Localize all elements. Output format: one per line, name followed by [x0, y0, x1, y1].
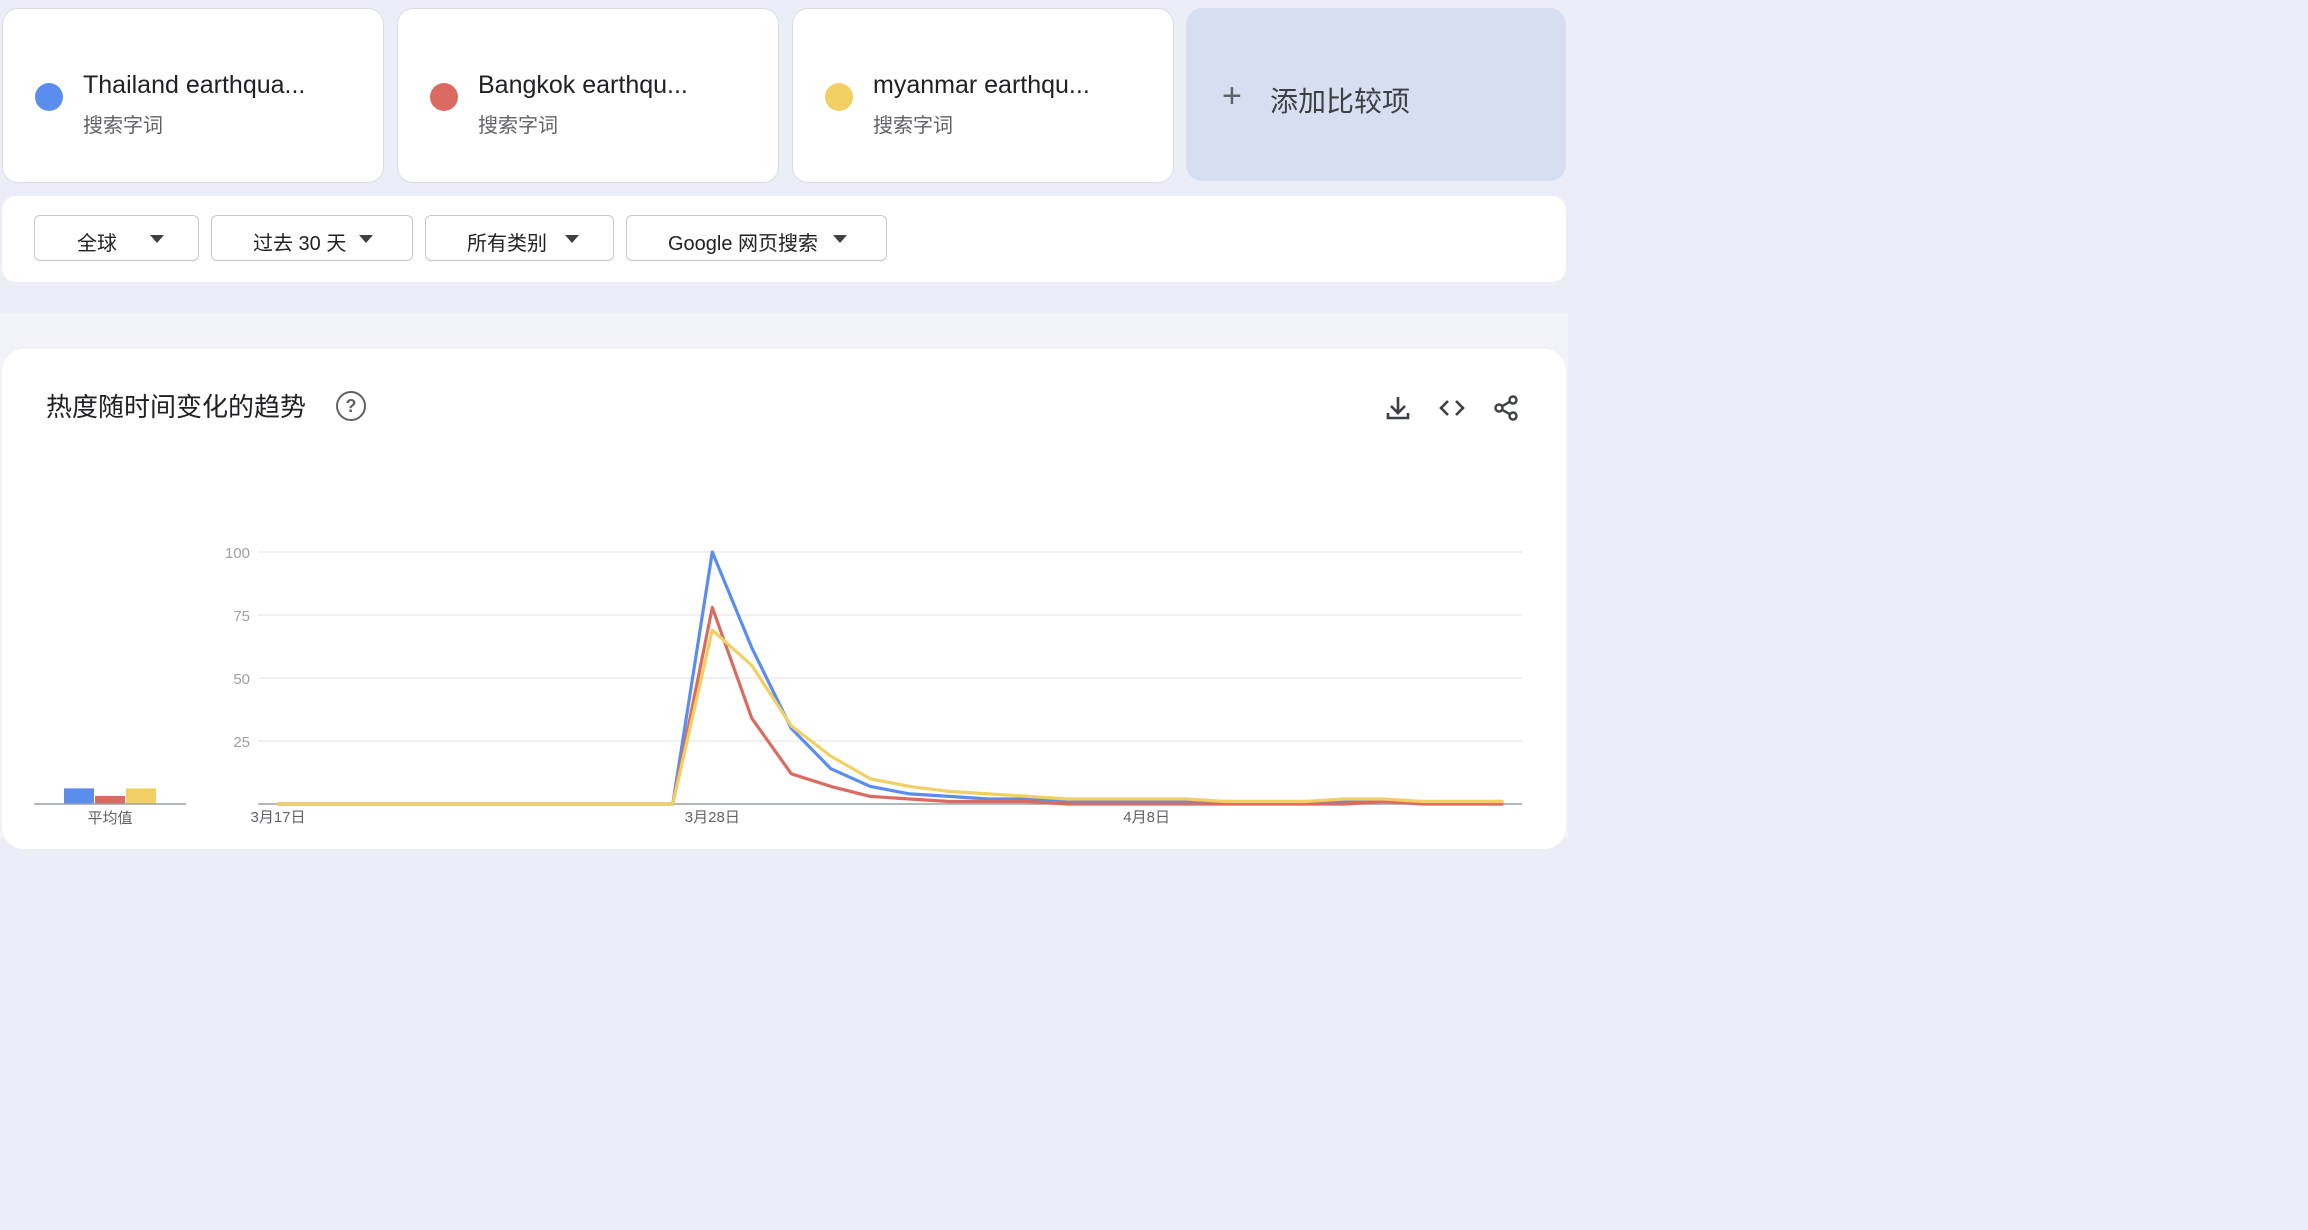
series-line-3 [276, 628, 1504, 806]
y-tick-label: 25 [233, 734, 250, 751]
x-tick-label: 3月28日 [685, 809, 740, 826]
x-tick-label: 3月17日 [250, 809, 305, 826]
x-tick-label: 4月8日 [1123, 809, 1170, 826]
y-tick-label: 75 [233, 608, 250, 625]
average-bar [95, 795, 125, 804]
average-bar [126, 788, 156, 804]
average-bar [64, 788, 94, 804]
average-label: 平均值 [87, 810, 132, 827]
y-tick-label: 100 [225, 545, 250, 562]
y-tick-label: 50 [233, 671, 250, 688]
series-line-2 [276, 605, 1504, 806]
trend-chart: 100 75 50 25 3月17日 3月28日 4月8日 平均值 [34, 545, 1522, 827]
